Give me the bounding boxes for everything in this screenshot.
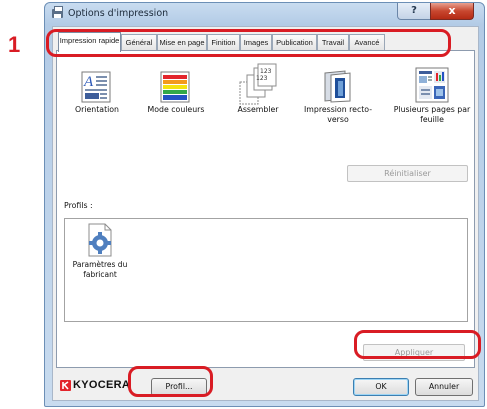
title-bar[interactable]: Options d'impression ? x — [45, 3, 484, 24]
profile-label-manufacturer: Paramètres du fabricant — [72, 260, 128, 279]
close-button[interactable]: x — [430, 3, 474, 20]
feature-label-color-mode: Mode couleurs — [147, 105, 205, 114]
profiles-list[interactable]: Paramètres du fabricant — [64, 218, 468, 322]
reset-button[interactable]: Réinitialiser — [347, 165, 468, 182]
feature-color-mode[interactable]: Mode couleurs — [136, 51, 216, 131]
feature-label-duplex: Impression recto-verso — [303, 105, 373, 124]
svg-text:123: 123 — [260, 68, 272, 75]
callout-1: 1 — [8, 32, 21, 57]
feature-collate[interactable]: 123 123 Assembler — [218, 51, 298, 131]
svg-text:A: A — [83, 74, 94, 90]
window-title: Options d'impression — [68, 8, 169, 19]
feature-label-orientation: Orientation — [74, 105, 120, 114]
feature-multiple-pages[interactable]: Plusieurs pages par feuille — [392, 51, 472, 131]
feature-label-multiple-pages: Plusieurs pages par feuille — [393, 105, 471, 124]
color-mode-icon — [160, 71, 190, 103]
help-button[interactable]: ? — [397, 3, 431, 20]
gear-document-icon — [88, 223, 112, 257]
tab-impression-rapide[interactable]: Impression rapide — [58, 32, 121, 52]
quick-print-panel: A Orientation Mode couleurs 123 123 Asse… — [56, 50, 475, 368]
kyocera-logo-text: KYOCERA — [73, 379, 131, 391]
feature-orientation[interactable]: A Orientation — [57, 51, 137, 131]
cancel-button[interactable]: Annuler — [415, 378, 473, 396]
highlight-profile — [128, 366, 213, 397]
orientation-icon: A — [81, 71, 111, 103]
svg-text:123: 123 — [256, 75, 268, 82]
duplex-icon — [324, 70, 351, 103]
profile-item-manufacturer[interactable]: Paramètres du fabricant — [71, 223, 129, 279]
feature-label-collate: Assembler — [237, 105, 279, 114]
feature-duplex[interactable]: Impression recto-verso — [298, 51, 378, 131]
highlight-apply — [354, 330, 481, 359]
ok-button[interactable]: OK — [353, 378, 409, 396]
kyocera-logo-mark — [60, 380, 71, 391]
profiles-label: Profils : — [64, 201, 93, 210]
printer-icon — [52, 6, 63, 18]
bottom-bar: KYOCERA Profil... OK Annuler — [53, 370, 480, 402]
multiple-pages-icon — [415, 67, 449, 103]
collate-icon: 123 123 — [239, 63, 277, 105]
